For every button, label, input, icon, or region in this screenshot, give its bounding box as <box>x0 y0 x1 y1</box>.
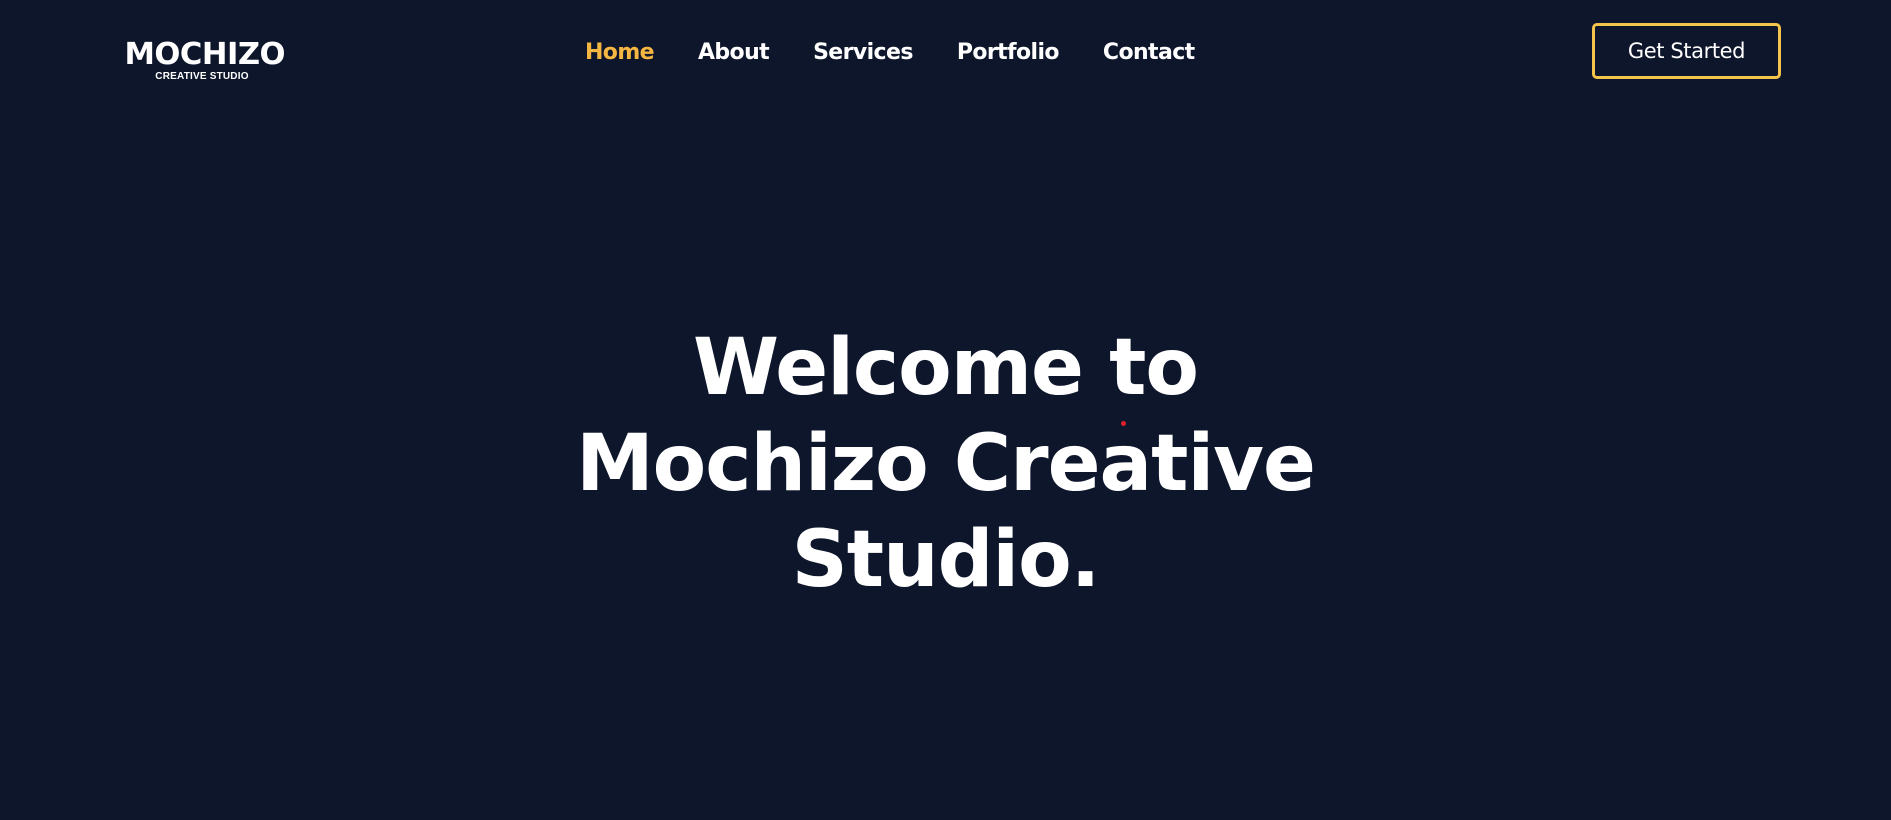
brand-tagline: CREATIVE STUDIO <box>155 71 249 82</box>
site-header: MOCHIZO CREATIVE STUDIO Home About Servi… <box>0 0 1891 106</box>
nav-link-about[interactable]: About <box>698 38 770 68</box>
nav-link-contact[interactable]: Contact <box>1103 38 1195 68</box>
hero-title-line-2: Mochizo Creative <box>576 419 1316 509</box>
nav-link-services[interactable]: Services <box>813 38 913 68</box>
hero-section: Welcome to Mochizo Creative Studio. <box>0 320 1891 608</box>
hero-title-line-1: Welcome to <box>693 323 1199 413</box>
nav-link-home[interactable]: Home <box>585 38 655 68</box>
main-nav: Home About Services Portfolio Contact <box>585 38 1195 68</box>
brand-logo[interactable]: MOCHIZO CREATIVE STUDIO <box>124 37 286 86</box>
get-started-button[interactable]: Get Started <box>1592 23 1781 79</box>
cursor-dot <box>1121 421 1126 426</box>
brand-name: MOCHIZO <box>124 37 286 72</box>
hero-title: Welcome to Mochizo Creative Studio. <box>0 320 1891 608</box>
hero-title-line-3: Studio. <box>791 515 1101 605</box>
page: MOCHIZO CREATIVE STUDIO Home About Servi… <box>0 0 1891 820</box>
nav-link-portfolio[interactable]: Portfolio <box>957 38 1060 68</box>
